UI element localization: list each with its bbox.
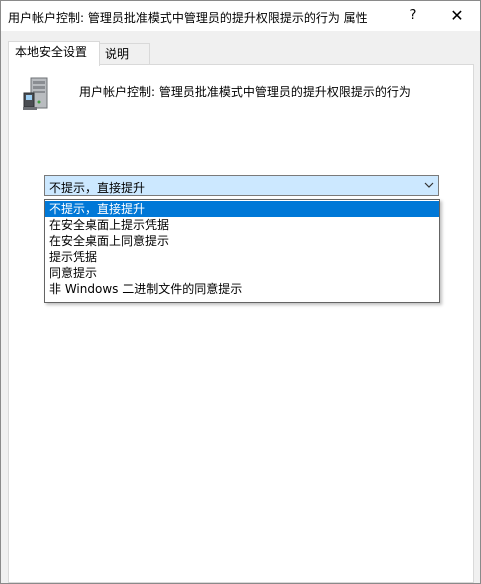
properties-dialog: 用户帐户控制: 管理员批准模式中管理员的提升权限提示的行为 属性 ? ✕ 本地安… [0, 0, 481, 584]
dropdown-option[interactable]: 同意提示 [45, 265, 439, 281]
dropdown-option[interactable]: 在安全桌面上提示凭据 [45, 217, 439, 233]
server-computer-icon [23, 77, 48, 110]
close-button[interactable]: ✕ [434, 1, 480, 31]
chevron-down-icon[interactable] [423, 179, 435, 191]
dropdown-option[interactable]: 不提示，直接提升 [45, 201, 439, 217]
window-title: 用户帐户控制: 管理员批准模式中管理员的提升权限提示的行为 属性 [8, 11, 368, 25]
combobox-selected-value: 不提示，直接提升 [49, 181, 146, 195]
help-button[interactable]: ? [390, 1, 436, 31]
tab-local-security-setting[interactable]: 本地安全设置 [8, 41, 100, 66]
behavior-dropdown-list: 不提示，直接提升 在安全桌面上提示凭据 在安全桌面上同意提示 提示凭据 同意提示… [44, 199, 440, 303]
title-bar[interactable]: 用户帐户控制: 管理员批准模式中管理员的提升权限提示的行为 属性 ? ✕ [1, 1, 480, 31]
dropdown-option[interactable]: 提示凭据 [45, 249, 439, 265]
dropdown-option[interactable]: 非 Windows 二进制文件的同意提示 [45, 281, 439, 297]
tab-label: 本地安全设置 [15, 45, 88, 59]
behavior-combobox[interactable]: 不提示，直接提升 [44, 175, 439, 196]
tab-panel [8, 64, 474, 583]
policy-title: 用户帐户控制: 管理员批准模式中管理员的提升权限提示的行为 [79, 85, 411, 99]
tab-explain[interactable]: 说明 [98, 43, 150, 66]
dropdown-option[interactable]: 在安全桌面上同意提示 [45, 233, 439, 249]
tab-label: 说明 [105, 47, 130, 61]
